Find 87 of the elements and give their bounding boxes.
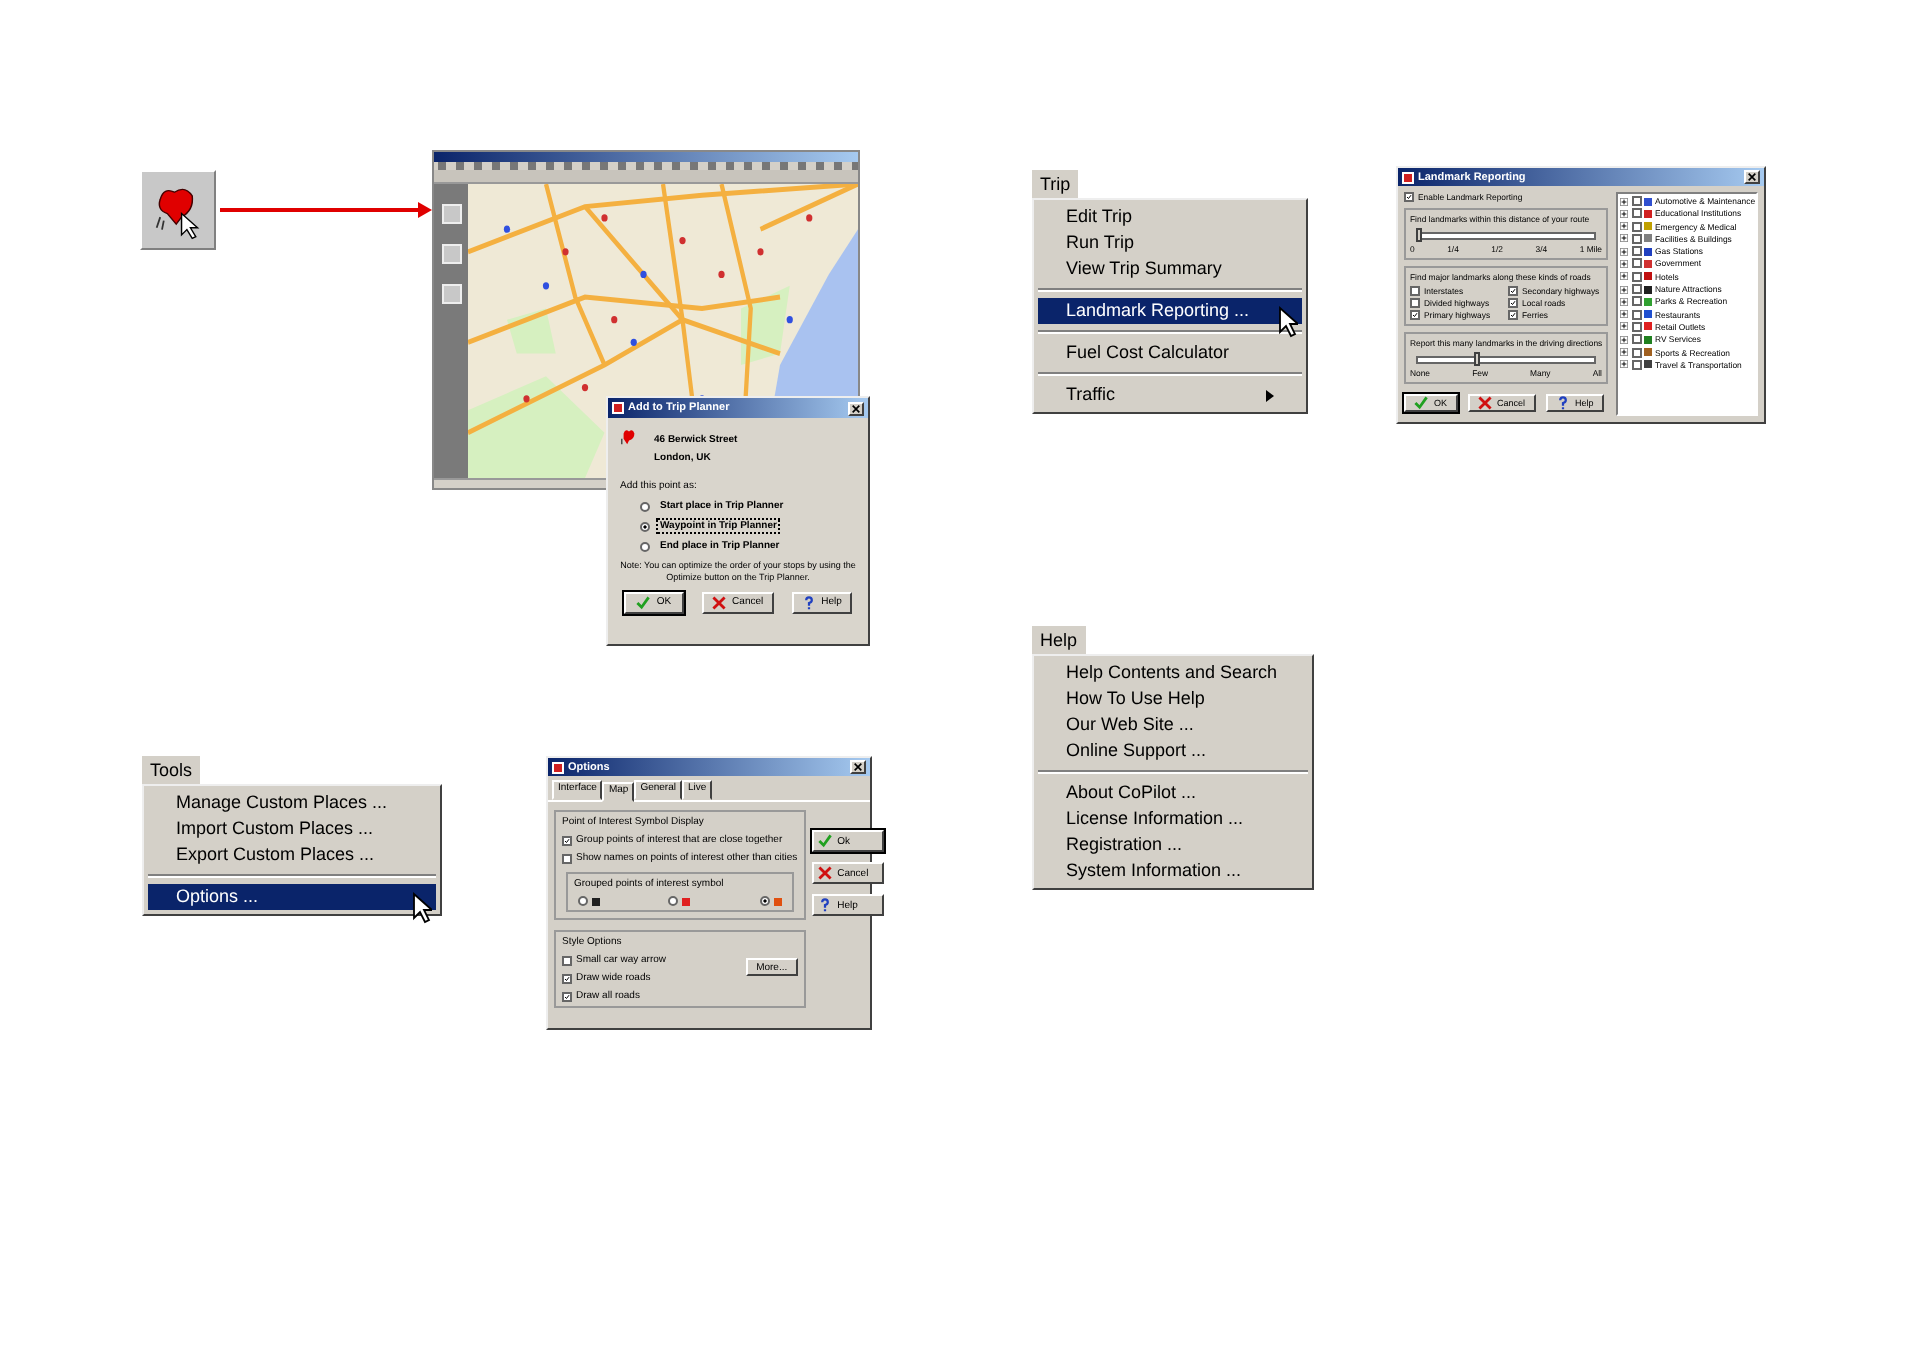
- cross-icon: [712, 595, 727, 610]
- checkbox[interactable]: [1631, 359, 1641, 370]
- checkbox[interactable]: [1410, 298, 1420, 308]
- app-icon: [552, 761, 564, 773]
- menu-item[interactable]: Run Trip: [1038, 230, 1302, 256]
- expand-icon[interactable]: [1620, 297, 1628, 306]
- checkbox[interactable]: [1508, 286, 1518, 296]
- menu-item[interactable]: Import Custom Places ...: [148, 816, 436, 842]
- menu-title[interactable]: Trip: [1032, 170, 1079, 198]
- checkbox[interactable]: [562, 955, 572, 965]
- expand-icon[interactable]: [1620, 335, 1628, 344]
- question-mark-icon: [801, 595, 816, 610]
- menu-item[interactable]: View Trip Summary: [1038, 256, 1302, 282]
- cross-icon: [817, 866, 832, 880]
- expand-icon[interactable]: [1620, 197, 1628, 205]
- expand-icon[interactable]: [1620, 272, 1628, 281]
- close-button[interactable]: [1744, 170, 1760, 184]
- toolbar-button[interactable]: [140, 170, 216, 250]
- checkbox[interactable]: [1631, 271, 1641, 282]
- checkbox[interactable]: [1631, 196, 1641, 206]
- cross-icon: [1477, 396, 1492, 410]
- checkbox[interactable]: [562, 853, 572, 863]
- menu-item[interactable]: Help Contents and Search: [1038, 660, 1308, 686]
- expand-icon[interactable]: [1620, 247, 1628, 256]
- menu-item[interactable]: Online Support ...: [1038, 738, 1308, 764]
- radio-button[interactable]: [578, 896, 588, 906]
- check-icon: [1414, 396, 1428, 410]
- slider-thumb[interactable]: [1473, 352, 1480, 366]
- radio-button[interactable]: [759, 896, 770, 906]
- check-icon: [817, 834, 832, 848]
- expand-icon[interactable]: [1620, 259, 1628, 268]
- menu-item[interactable]: Registration ...: [1038, 832, 1308, 858]
- expand-icon[interactable]: [1620, 222, 1628, 231]
- menu-item[interactable]: How To Use Help: [1038, 686, 1308, 712]
- radio-button[interactable]: [640, 541, 650, 551]
- mouse-pointer-icon: [1278, 306, 1298, 338]
- question-mark-icon: [817, 898, 832, 912]
- checkbox[interactable]: [1631, 221, 1641, 232]
- menu-item[interactable]: Our Web Site ...: [1038, 712, 1308, 738]
- checkbox[interactable]: [1631, 296, 1641, 307]
- expand-icon[interactable]: [1620, 209, 1628, 218]
- checkbox[interactable]: [1410, 310, 1420, 320]
- radio-button[interactable]: [668, 896, 679, 906]
- menu-item[interactable]: Manage Custom Places ...: [148, 790, 436, 816]
- checkbox[interactable]: [1508, 298, 1518, 308]
- checkbox[interactable]: [562, 973, 572, 983]
- checkbox[interactable]: [562, 991, 572, 1001]
- menu-item[interactable]: About CoPilot ...: [1038, 780, 1308, 806]
- checkbox[interactable]: [1631, 233, 1641, 244]
- checkbox[interactable]: [1631, 334, 1641, 345]
- checkbox[interactable]: [1631, 246, 1641, 257]
- menu-item[interactable]: System Information ...: [1038, 858, 1308, 884]
- menu-item[interactable]: Export Custom Places ...: [148, 842, 436, 868]
- checkbox[interactable]: [1410, 286, 1420, 296]
- map-pin-icon: [620, 428, 638, 446]
- radio-button[interactable]: [640, 501, 650, 511]
- menu-item[interactable]: Fuel Cost Calculator: [1038, 340, 1302, 366]
- close-button[interactable]: [848, 401, 864, 415]
- checkbox[interactable]: [1631, 309, 1641, 320]
- menu-item[interactable]: Edit Trip: [1038, 204, 1302, 230]
- expand-icon[interactable]: [1620, 285, 1628, 294]
- checkbox[interactable]: [1404, 192, 1414, 202]
- menu-title[interactable]: Help: [1032, 626, 1086, 654]
- slider-thumb[interactable]: [1415, 228, 1421, 242]
- menu-item[interactable]: Traffic: [1038, 382, 1302, 408]
- app-icon: [612, 402, 624, 414]
- question-mark-icon: [1555, 396, 1570, 410]
- mouse-pointer-icon: [412, 892, 432, 924]
- radio-button[interactable]: [640, 521, 650, 531]
- checkbox[interactable]: [1631, 284, 1641, 295]
- menu-item[interactable]: License Information ...: [1038, 806, 1308, 832]
- checkbox[interactable]: [1631, 321, 1641, 332]
- menu-title[interactable]: Tools: [142, 756, 201, 784]
- checkbox[interactable]: [1631, 208, 1641, 219]
- expand-icon[interactable]: [1620, 348, 1628, 357]
- expand-icon[interactable]: [1620, 310, 1628, 319]
- checkbox[interactable]: [1631, 347, 1641, 358]
- submenu-arrow-icon: [1266, 389, 1274, 401]
- app-icon: [1402, 171, 1414, 183]
- expand-icon[interactable]: [1620, 234, 1628, 243]
- checkbox[interactable]: [562, 835, 572, 845]
- checkbox[interactable]: [1508, 310, 1518, 320]
- check-icon: [636, 595, 651, 610]
- expand-icon[interactable]: [1620, 322, 1628, 331]
- expand-icon[interactable]: [1620, 360, 1628, 369]
- close-button[interactable]: [850, 760, 866, 774]
- checkbox[interactable]: [1631, 258, 1641, 269]
